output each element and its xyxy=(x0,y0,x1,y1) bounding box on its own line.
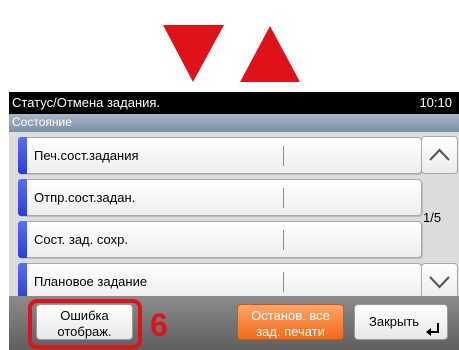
window-title: Статус/Отмена задания. xyxy=(12,95,161,110)
status-list: Печ.сост.задания Отпр.сост.задан. Сост. … xyxy=(9,132,459,301)
section-title: Состояние xyxy=(12,115,72,129)
triangle-down-icon xyxy=(163,25,224,82)
section-header: Состояние xyxy=(9,114,459,132)
chevron-down-icon xyxy=(429,276,450,289)
highlight-frame xyxy=(28,299,142,349)
scroll-up-button[interactable] xyxy=(421,136,458,174)
row-marker xyxy=(18,221,27,258)
clock: 10:10 xyxy=(419,95,452,110)
enter-icon xyxy=(426,323,439,336)
stop-all-print-jobs-button[interactable]: Останов. все зад. печати xyxy=(237,304,344,340)
stop-all-label: Останов. все зад. печати xyxy=(251,308,330,339)
title-bar: Статус/Отмена задания. 10:10 xyxy=(9,92,459,114)
page-indicator: 1/5 xyxy=(423,210,442,225)
close-button[interactable]: Закрыть xyxy=(354,304,448,340)
list-item-scheduled-job[interactable]: Плановое задание xyxy=(18,263,422,300)
row-marker xyxy=(18,179,27,216)
row-marker xyxy=(18,137,27,174)
list-item-label: Сост. зад. сохр. xyxy=(34,232,128,247)
close-label: Закрыть xyxy=(369,314,420,329)
divider xyxy=(283,230,284,250)
list-item-label: Плановое задание xyxy=(34,274,148,289)
list-item-label: Печ.сост.задания xyxy=(34,148,139,163)
divider xyxy=(283,272,284,292)
triangle-up-icon xyxy=(240,26,300,82)
list-item-print-status[interactable]: Печ.сост.задания xyxy=(18,137,422,174)
list-item-store-status[interactable]: Сост. зад. сохр. xyxy=(18,221,422,258)
divider xyxy=(283,146,284,166)
divider xyxy=(283,188,284,208)
list-item-label: Отпр.сост.задан. xyxy=(34,190,136,205)
row-marker xyxy=(18,263,27,300)
navigation-arrows xyxy=(163,25,300,82)
list-item-send-status[interactable]: Отпр.сост.задан. xyxy=(18,179,422,216)
chevron-up-icon xyxy=(429,148,450,161)
callout-number: 6 xyxy=(150,307,168,343)
